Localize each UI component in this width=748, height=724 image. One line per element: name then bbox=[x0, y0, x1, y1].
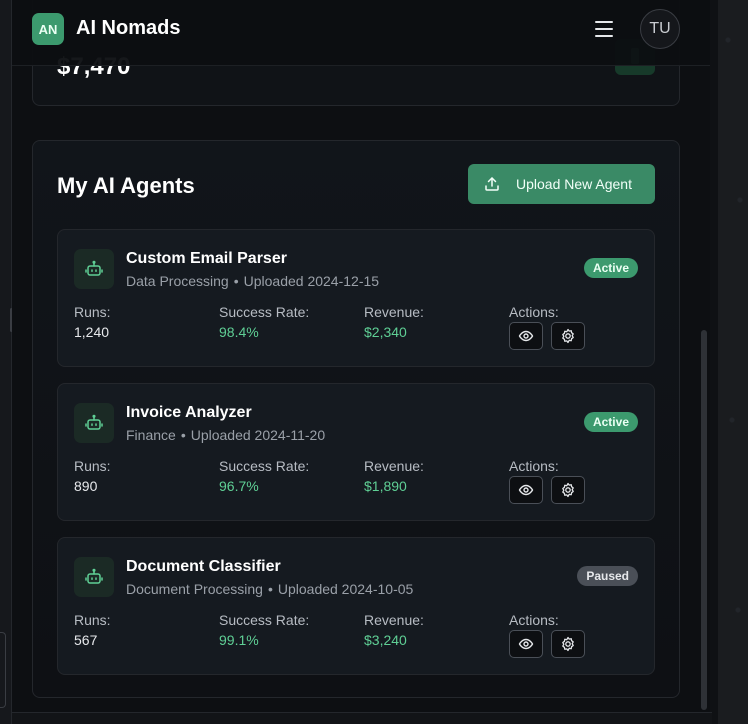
right-window-edge bbox=[710, 0, 718, 724]
brand-name[interactable]: AI Nomads bbox=[76, 17, 180, 40]
agent-icon-wrap bbox=[74, 403, 114, 443]
gear-icon bbox=[562, 328, 574, 344]
success-rate-value: 96.7% bbox=[219, 478, 259, 494]
runs-metric: Runs: 567 bbox=[74, 612, 111, 648]
agent-meta: Finance • Uploaded 2024-11-20 bbox=[126, 427, 325, 443]
status-badge: Active bbox=[583, 258, 638, 278]
agent-meta: Document Processing • Uploaded 2024-10-05 bbox=[126, 581, 413, 597]
agent-settings-button[interactable] bbox=[551, 322, 585, 350]
view-agent-button[interactable] bbox=[509, 476, 543, 504]
revenue-value: $1,890 bbox=[364, 478, 407, 494]
upload-icon bbox=[485, 177, 499, 191]
robot-icon bbox=[85, 414, 103, 430]
robot-icon bbox=[85, 568, 103, 584]
revenue-value: $3,240 bbox=[364, 632, 407, 648]
success-rate-metric: Success Rate: 99.1% bbox=[219, 612, 309, 648]
agent-card[interactable]: Invoice Analyzer Finance • Uploaded 2024-11… bbox=[57, 383, 655, 521]
logo-badge[interactable]: AN bbox=[32, 13, 64, 45]
revenue-label: Revenue: bbox=[364, 304, 424, 320]
user-avatar[interactable]: TU bbox=[640, 9, 680, 49]
app-header: AN AI Nomads TU bbox=[12, 0, 710, 66]
success-rate-metric: Success Rate: 98.4% bbox=[219, 304, 309, 340]
app-viewport: $7,470 AN AI Nomads TU My AI Agents Uplo… bbox=[12, 0, 710, 712]
agent-icon-wrap bbox=[74, 557, 114, 597]
success-rate-label: Success Rate: bbox=[219, 612, 310, 628]
eye-icon bbox=[518, 638, 534, 650]
agent-upload-date: Uploaded 2024-12-15 bbox=[243, 273, 380, 289]
meta-separator: • bbox=[267, 581, 273, 597]
actions-label: Actions: bbox=[509, 304, 559, 320]
success-rate-label: Success Rate: bbox=[219, 458, 310, 474]
agent-upload-date: Uploaded 2024-10-05 bbox=[277, 581, 414, 597]
scroll-thumb[interactable] bbox=[701, 330, 707, 710]
meta-separator: • bbox=[233, 273, 239, 289]
agent-settings-button[interactable] bbox=[551, 476, 585, 504]
agent-card[interactable]: Custom Email Parser Data Processing • Uploa… bbox=[57, 229, 655, 367]
eye-icon bbox=[518, 330, 534, 342]
view-agent-button[interactable] bbox=[509, 322, 543, 350]
runs-label: Runs: bbox=[74, 458, 111, 474]
upload-new-agent-button[interactable]: Upload New Agent bbox=[468, 164, 655, 204]
actions-label: Actions: bbox=[509, 612, 559, 628]
runs-value: 567 bbox=[74, 632, 98, 648]
background-pattern bbox=[718, 0, 748, 724]
agent-meta: Data Processing • Uploaded 2024-12-15 bbox=[126, 273, 379, 289]
agent-name[interactable]: Document Classifier bbox=[126, 558, 281, 576]
revenue-value: $2,340 bbox=[364, 324, 407, 340]
actions-group: Actions: bbox=[509, 458, 585, 504]
my-agents-section: My AI Agents Upload New Agent Custom Ema… bbox=[32, 140, 680, 698]
left-panel-edge bbox=[0, 632, 6, 708]
runs-label: Runs: bbox=[74, 612, 111, 628]
runs-metric: Runs: 890 bbox=[74, 458, 111, 494]
eye-icon bbox=[518, 484, 534, 496]
revenue-metric: Revenue: $3,240 bbox=[364, 612, 424, 648]
success-rate-metric: Success Rate: 96.7% bbox=[219, 458, 309, 494]
agent-category: Data Processing bbox=[126, 273, 229, 289]
agent-category: Finance bbox=[126, 427, 176, 443]
section-title: My AI Agents bbox=[57, 173, 195, 198]
success-rate-value: 98.4% bbox=[219, 324, 259, 340]
gear-icon bbox=[562, 482, 574, 498]
hamburger-menu-icon[interactable] bbox=[592, 19, 616, 39]
actions-group: Actions: bbox=[509, 304, 585, 350]
status-badge: Paused bbox=[577, 566, 638, 586]
robot-icon bbox=[85, 260, 103, 276]
bottom-window-edge bbox=[12, 712, 712, 724]
actions-label: Actions: bbox=[509, 458, 559, 474]
success-rate-value: 99.1% bbox=[219, 632, 259, 648]
runs-metric: Runs: 1,240 bbox=[74, 304, 111, 340]
status-badge: Active bbox=[583, 412, 638, 432]
runs-value: 890 bbox=[74, 478, 98, 494]
revenue-label: Revenue: bbox=[364, 458, 424, 474]
left-window-edge bbox=[0, 0, 13, 724]
view-agent-button[interactable] bbox=[509, 630, 543, 658]
upload-button-label: Upload New Agent bbox=[516, 176, 632, 192]
runs-label: Runs: bbox=[74, 304, 111, 320]
revenue-metric: Revenue: $1,890 bbox=[364, 458, 424, 494]
agent-name[interactable]: Custom Email Parser bbox=[126, 250, 287, 268]
agent-category: Document Processing bbox=[126, 581, 263, 597]
runs-value: 1,240 bbox=[74, 324, 110, 340]
revenue-metric: Revenue: $2,340 bbox=[364, 304, 424, 340]
meta-separator: • bbox=[180, 427, 186, 443]
actions-group: Actions: bbox=[509, 612, 585, 658]
gear-icon bbox=[562, 636, 574, 652]
agent-settings-button[interactable] bbox=[551, 630, 585, 658]
agent-icon-wrap bbox=[74, 249, 114, 289]
page-scrollbar[interactable] bbox=[698, 0, 710, 712]
success-rate-label: Success Rate: bbox=[219, 304, 310, 320]
agent-name[interactable]: Invoice Analyzer bbox=[126, 404, 252, 422]
revenue-label: Revenue: bbox=[364, 612, 424, 628]
agent-card[interactable]: Document Classifier Document Processing • U… bbox=[57, 537, 655, 675]
agent-upload-date: Uploaded 2024-11-20 bbox=[190, 427, 326, 443]
